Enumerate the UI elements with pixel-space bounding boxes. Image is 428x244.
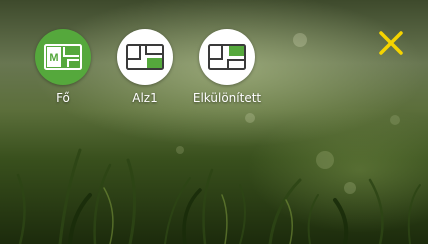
close-icon	[379, 31, 403, 55]
mode-alz1[interactable]: Alz1	[104, 29, 186, 105]
mode-main-label: Fő	[56, 91, 70, 105]
floor-plan-icon: M	[44, 44, 82, 70]
close-button[interactable]	[374, 28, 408, 58]
floor-plan-icon	[208, 44, 246, 70]
mode-isolated-circle[interactable]	[199, 29, 255, 85]
mode-main[interactable]: M Fő	[22, 29, 104, 105]
mode-alz1-circle[interactable]	[117, 29, 173, 85]
mode-alz1-label: Alz1	[132, 91, 158, 105]
zone-mode-screen: M Fő Alz1 Elkülönített	[0, 0, 428, 244]
mode-main-badge: M	[49, 52, 58, 64]
mode-isolated-label: Elkülönített	[192, 91, 262, 105]
floor-plan-icon	[126, 44, 164, 70]
zone-mode-list: M Fő Alz1 Elkülönített	[22, 29, 268, 105]
mode-isolated[interactable]: Elkülönített	[186, 29, 268, 105]
mode-main-circle[interactable]: M	[35, 29, 91, 85]
